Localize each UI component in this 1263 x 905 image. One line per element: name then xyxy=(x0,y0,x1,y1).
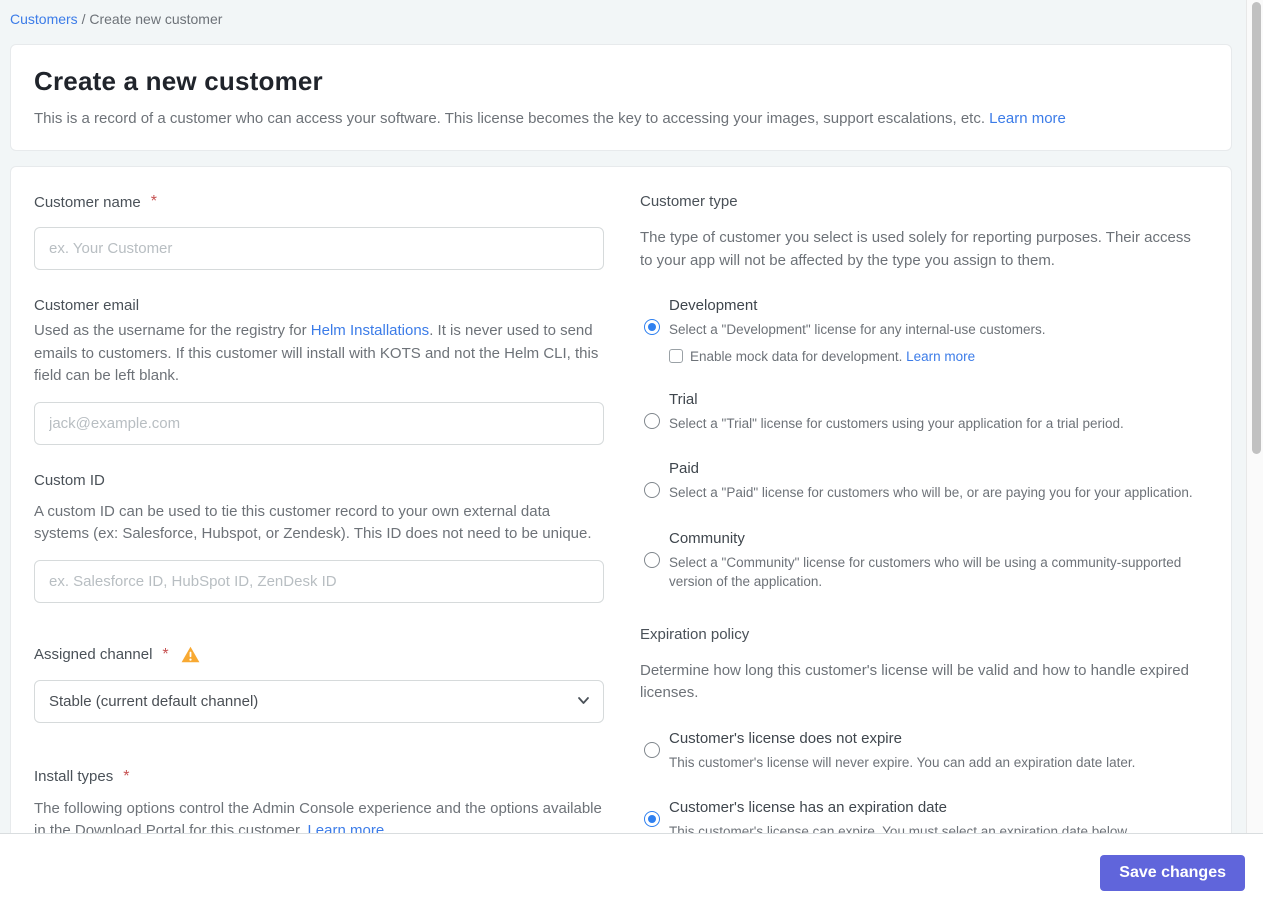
option-title: Customer's license does not expire xyxy=(669,729,902,747)
option-description: This customer's license can expire. You … xyxy=(669,824,1131,833)
expiration-policy-options: Customer's license does not expire This … xyxy=(640,730,1193,833)
customer-email-input[interactable] xyxy=(34,401,604,445)
mock-data-checkbox[interactable] xyxy=(669,349,683,364)
customer-type-description: The type of customer you select is used … xyxy=(640,229,1191,269)
option-text: Community Select a "Community" license f… xyxy=(669,530,1193,592)
customer-name-label-row: Customer name * xyxy=(34,193,604,211)
assigned-channel-label: Assigned channel xyxy=(34,646,153,663)
customer-email-label: Customer email xyxy=(34,297,140,314)
assigned-channel-select[interactable]: Stable (current default channel) xyxy=(34,679,604,723)
required-asterisk: * xyxy=(123,767,130,785)
install-types-label-row: Install types * xyxy=(34,768,604,786)
customer-form-card: Customer name * Customer email Used as t… xyxy=(10,166,1232,833)
radio-trial[interactable] xyxy=(644,412,660,429)
option-text: Paid Select a "Paid" license for custome… xyxy=(669,460,1193,503)
breadcrumb: Customers / Create new customer xyxy=(0,0,1246,27)
option-title: Customer's license has an expiration dat… xyxy=(669,799,948,817)
page-description: This is a record of a customer who can a… xyxy=(34,110,1066,127)
customer-type-option-community: Community Select a "Community" license f… xyxy=(640,530,1193,592)
footer-bar: Save changes xyxy=(0,833,1263,905)
required-asterisk: * xyxy=(150,193,157,210)
expiration-policy-label: Expiration policy xyxy=(640,625,750,643)
breadcrumb-current: Create new customer xyxy=(89,11,223,27)
option-description: This customer's license will never expir… xyxy=(669,754,1136,770)
expiration-policy-description: Determine how long this customer's licen… xyxy=(640,661,1189,702)
page-title: Create a new customer xyxy=(34,66,323,96)
option-title: Trial xyxy=(669,390,698,408)
radio-development[interactable] xyxy=(644,319,660,335)
radio-license-no-expire[interactable] xyxy=(644,741,660,758)
option-text: Development Select a "Development" licen… xyxy=(669,297,1046,364)
header-learn-more-link[interactable]: Learn more xyxy=(989,110,1066,127)
customer-type-option-trial: Trial Select a "Trial" license for custo… xyxy=(640,391,1193,434)
radio-paid[interactable] xyxy=(644,482,660,499)
option-title: Community xyxy=(669,529,745,547)
option-description: Select a "Paid" license for customers wh… xyxy=(669,485,1193,501)
customer-type-option-development: Development Select a "Development" licen… xyxy=(640,297,1193,364)
radio-community[interactable] xyxy=(644,551,660,568)
expiration-option-has-expiration: Customer's license has an expiration dat… xyxy=(640,799,1193,833)
option-text: Customer's license does not expire This … xyxy=(669,730,1135,773)
helm-installations-link[interactable]: Helm Installations xyxy=(311,322,429,339)
assigned-channel-select-wrap: Stable (current default channel) xyxy=(34,679,604,723)
customer-name-label: Customer name xyxy=(34,193,141,211)
warning-icon xyxy=(181,646,200,663)
custom-id-label: Custom ID xyxy=(34,471,105,489)
customer-type-option-paid: Paid Select a "Paid" license for custome… xyxy=(640,460,1193,503)
mock-data-checkbox-label: Enable mock data for development. Learn … xyxy=(690,348,976,364)
option-text: Customer's license has an expiration dat… xyxy=(669,799,1130,833)
mock-data-checkbox-row: Enable mock data for development. Learn … xyxy=(669,349,1046,364)
required-asterisk: * xyxy=(162,645,169,663)
option-title: Paid xyxy=(669,460,700,478)
radio-license-has-expiration[interactable] xyxy=(644,811,660,828)
option-title: Development xyxy=(669,297,758,314)
expiration-option-no-expire: Customer's license does not expire This … xyxy=(640,730,1193,773)
option-description: Select a "Development" license for any i… xyxy=(669,322,1046,337)
mock-data-learn-more-link[interactable]: Learn more xyxy=(906,349,975,364)
customer-type-options: Development Select a "Development" licen… xyxy=(640,297,1193,592)
vertical-scrollbar[interactable] xyxy=(1246,0,1263,833)
page-header-card: Create a new customer This is a record o… xyxy=(10,44,1232,151)
install-types-learn-more-link[interactable]: Learn more xyxy=(307,822,384,833)
customer-name-input[interactable] xyxy=(34,227,604,270)
install-types-label: Install types xyxy=(34,768,114,785)
option-description: Select a "Community" license for custome… xyxy=(669,554,1182,590)
customer-email-description: Used as the username for the registry fo… xyxy=(34,322,599,384)
save-button[interactable]: Save changes xyxy=(1100,855,1245,891)
option-text: Trial Select a "Trial" license for custo… xyxy=(669,391,1124,434)
customer-type-label: Customer type xyxy=(640,193,738,210)
option-description: Select a "Trial" license for customers u… xyxy=(669,415,1124,431)
custom-id-description: A custom ID can be used to tie this cust… xyxy=(34,502,592,543)
custom-id-input[interactable] xyxy=(34,559,604,603)
form-left-column: Customer name * Customer email Used as t… xyxy=(34,193,604,833)
form-right-column: Customer type The type of customer you s… xyxy=(640,193,1193,833)
scroll-content: Customers / Create new customer Create a… xyxy=(0,0,1246,833)
breadcrumb-link-customers[interactable]: Customers xyxy=(10,11,78,27)
assigned-channel-label-row: Assigned channel * xyxy=(34,646,604,664)
install-types-description: The following options control the Admin … xyxy=(34,798,604,834)
scrollbar-thumb[interactable] xyxy=(1252,2,1261,454)
